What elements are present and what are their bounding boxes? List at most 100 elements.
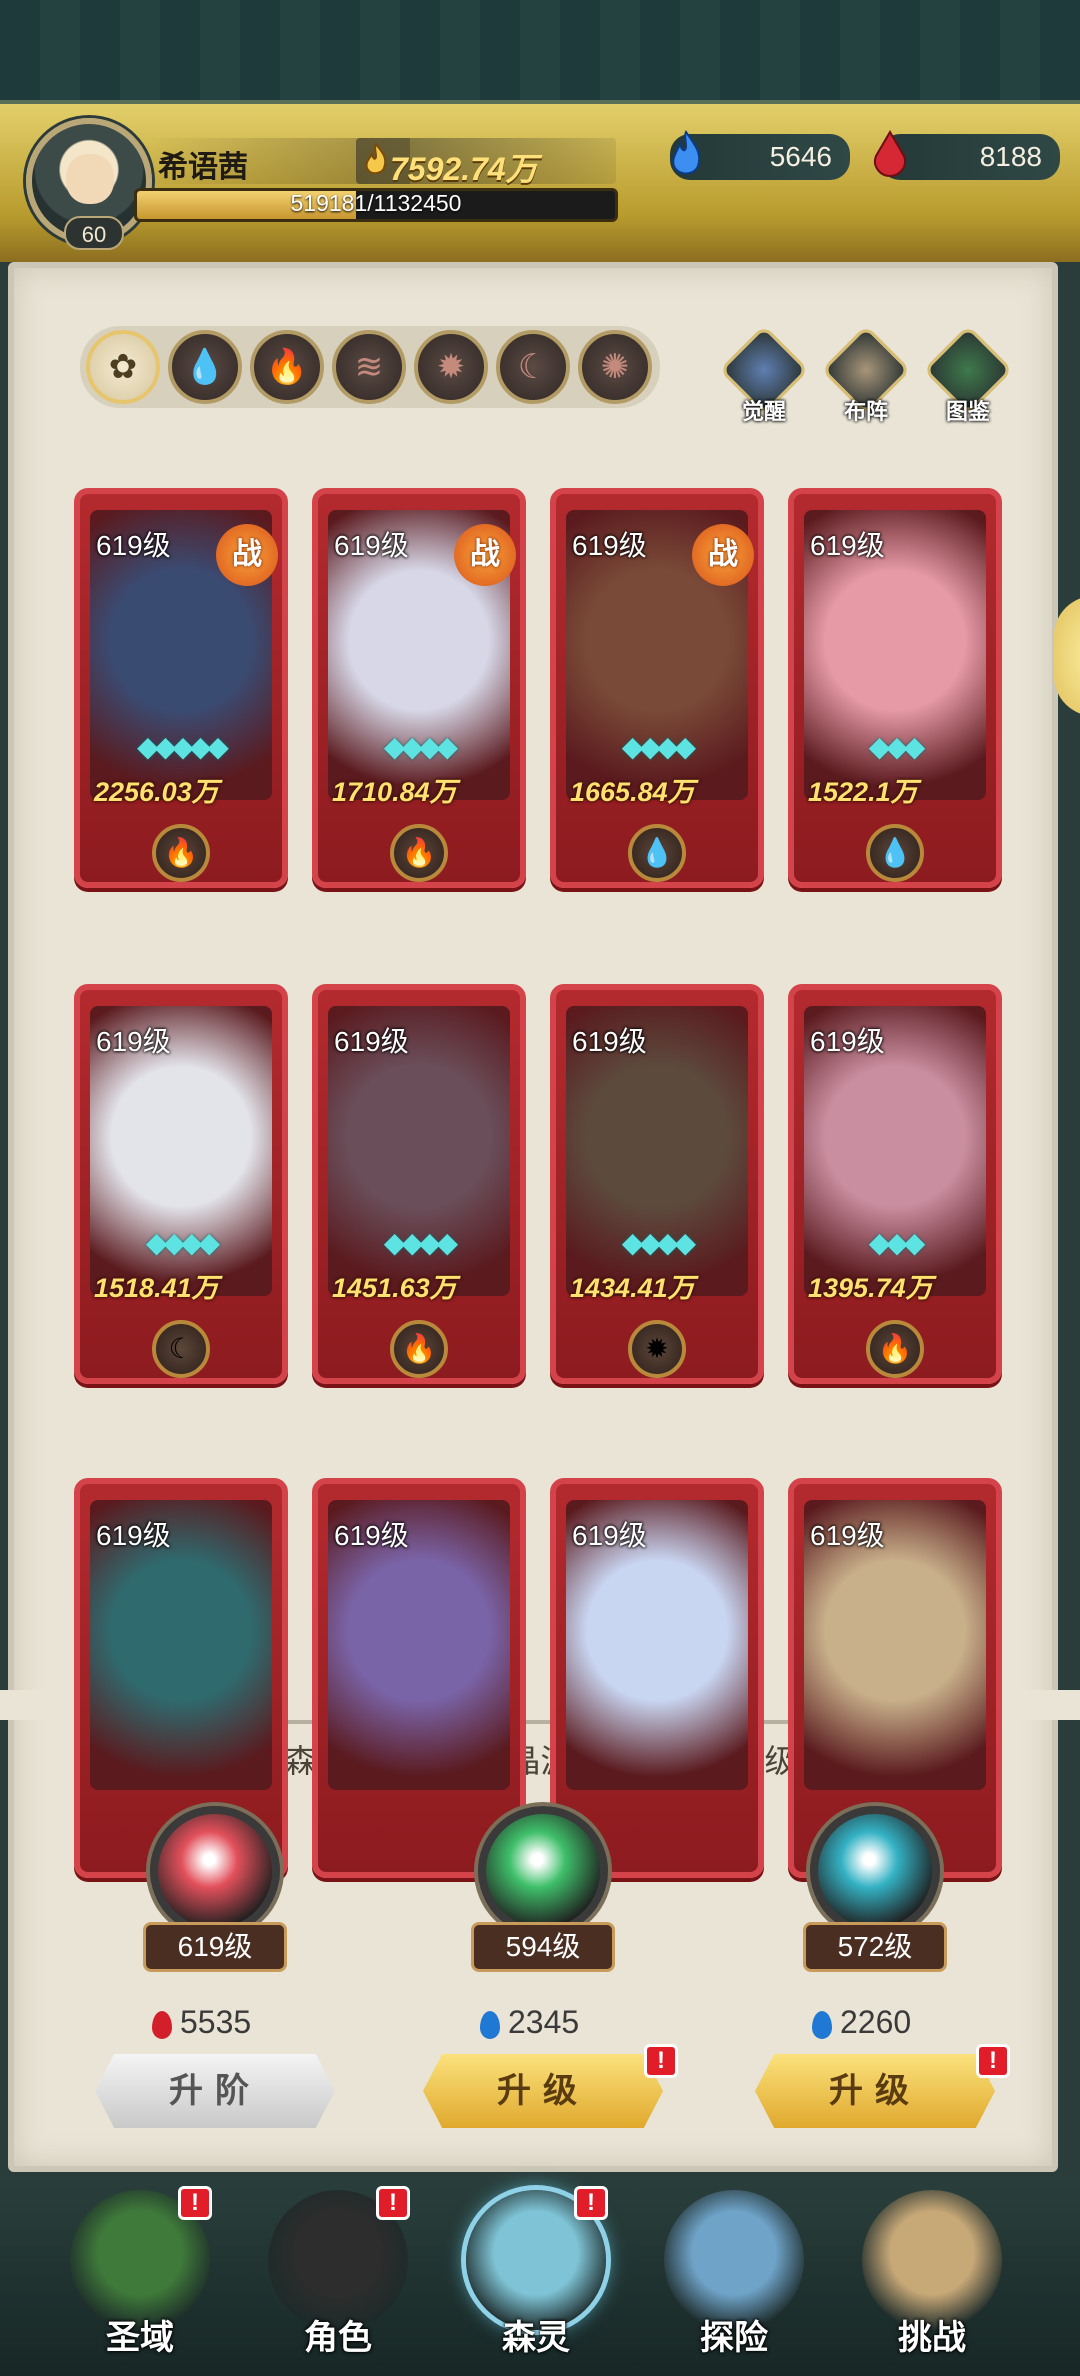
battle-badge: 战 [216, 524, 278, 586]
spirit-card[interactable]: 619级 ◆◆◆◆ 1518.41万 ☾ [74, 984, 288, 1384]
fire-icon: 🔥 [390, 1320, 448, 1378]
spirit-level: 619级 [334, 1520, 409, 1551]
spirit-power: 1522.1万 [808, 777, 918, 807]
alert-badge: ! [644, 2044, 678, 2078]
resonance-crystal-orb[interactable] [810, 1806, 940, 1936]
filter-tab-light[interactable]: ✹ [414, 330, 488, 404]
awaken-button[interactable]: 觉醒 [716, 324, 812, 426]
side-button-label: 布阵 [843, 399, 888, 424]
formation-button[interactable]: 布阵 [818, 324, 914, 426]
spirit-power: 1665.84万 [570, 777, 695, 807]
star-rating: ◆◆◆ [868, 1227, 926, 1258]
spirit-power: 1518.41万 [94, 1273, 219, 1303]
spirit-card[interactable]: 619级 ◆◆◆ 1522.1万 💧 [788, 488, 1002, 888]
battle-badge: 战 [692, 524, 754, 586]
blue-flame-icon [672, 130, 701, 175]
spirit-power: 1451.63万 [332, 1273, 457, 1303]
fire-icon: 🔥 [866, 1320, 924, 1378]
upgrade-button[interactable]: 升级 [755, 2054, 995, 2128]
spirit-level: 619级 [572, 530, 647, 561]
light-icon: ✹ [628, 1320, 686, 1378]
nav-tree[interactable]: 圣域! [50, 2186, 230, 2360]
upgrade-cost: 2345 [480, 2004, 579, 2041]
spirit-card[interactable]: 619级 [550, 1478, 764, 1878]
star-rating: ◆◆◆◆ [145, 1227, 220, 1258]
star-rating: ◆◆◆◆◆ [137, 731, 229, 762]
moon-icon: ☾ [517, 348, 549, 386]
nav-character[interactable]: 角色! [248, 2186, 428, 2360]
resonance-crystal-orb[interactable] [478, 1806, 608, 1936]
water-icon: 💧 [183, 348, 227, 386]
spirit-level: 619级 [334, 1026, 409, 1057]
challenge-icon [862, 2190, 1002, 2330]
nav-label: 森灵 [502, 2319, 570, 2357]
nav-explore[interactable]: 探险 [644, 2190, 824, 2360]
upgrade-cost: 5535 [152, 2004, 251, 2041]
advance-button[interactable]: 升阶 [95, 2054, 335, 2128]
spirit-level: 619级 [572, 1026, 647, 1057]
nav-label: 挑战 [898, 2319, 966, 2357]
water-icon: 💧 [866, 824, 924, 882]
spirit-card[interactable]: 619级 [312, 1478, 526, 1878]
void-icon: ✺ [600, 348, 630, 386]
gold-flame-icon [365, 142, 387, 175]
spirit-card[interactable]: 619级 战 ◆◆◆◆ 1665.84万 💧 [550, 488, 764, 888]
spirit-power: 1434.41万 [570, 1273, 695, 1303]
player-level: 60 [64, 216, 124, 250]
crystal-level: 572级 [803, 1922, 947, 1972]
alert-badge: ! [976, 2044, 1010, 2078]
alert-badge: ! [574, 2186, 608, 2220]
filter-tab-wind[interactable]: ≋ [332, 330, 406, 404]
spirit-level: 619级 [96, 1520, 171, 1551]
top-ornament [0, 0, 1080, 104]
nav-challenge[interactable]: 挑战 [842, 2190, 1022, 2360]
side-button-label: 觉醒 [741, 399, 786, 424]
player-name: 希语茜 [158, 151, 248, 184]
cost-value: 5535 [180, 2004, 252, 2040]
blue-flame-icon [812, 2010, 832, 2039]
spirit-card[interactable]: 619级 战 ◆◆◆◆◆ 2256.03万 🔥 [74, 488, 288, 888]
spirit-card[interactable]: 619级 ◆◆◆◆ 1434.41万 ✹ [550, 984, 764, 1384]
filter-tab-all[interactable]: ✿ [86, 330, 160, 404]
all-icon: ✿ [108, 348, 138, 386]
wind-icon: ≋ [354, 348, 384, 386]
moon-icon: ☾ [152, 1320, 210, 1378]
filter-tab-fire[interactable]: 🔥 [250, 330, 324, 404]
explore-icon [664, 2190, 804, 2330]
spirit-card[interactable]: 619级 ◆◆◆ 1395.74万 🔥 [788, 984, 1002, 1384]
red-drop-icon [152, 2010, 172, 2039]
spirit-power: 1710.84万 [332, 777, 457, 807]
nav-label: 圣域 [106, 2319, 174, 2357]
avatar-face [66, 154, 114, 204]
filter-tab-water[interactable]: 💧 [168, 330, 242, 404]
star-rating: ◆◆◆◆ [621, 731, 696, 762]
upgrade-button[interactable]: 升级 [423, 2054, 663, 2128]
codex-button[interactable]: 图鉴 [920, 324, 1016, 426]
spirit-level: 619级 [810, 1026, 885, 1057]
filter-tab-moon[interactable]: ☾ [496, 330, 570, 404]
battle-badge: 战 [454, 524, 516, 586]
fire-icon: 🔥 [265, 348, 309, 386]
nav-label: 探险 [700, 2319, 768, 2357]
spirit-level: 619级 [572, 1520, 647, 1551]
crystal-level: 619级 [143, 1922, 287, 1972]
nav-spirit[interactable]: 森灵! [446, 2186, 626, 2360]
water-icon: 💧 [628, 824, 686, 882]
fire-icon: 🔥 [390, 824, 448, 882]
spirit-card[interactable]: 619级 战 ◆◆◆◆ 1710.84万 🔥 [312, 488, 526, 888]
spirit-level: 619级 [96, 1026, 171, 1057]
star-rating: ◆◆◆◆ [621, 1227, 696, 1258]
spirit-level: 619级 [334, 530, 409, 561]
xp-text: 519181/1132450 [290, 190, 462, 216]
side-button-label: 图鉴 [945, 399, 990, 424]
cost-value: 2260 [840, 2004, 912, 2040]
spirit-power: 2256.03万 [94, 777, 219, 807]
filter-tab-void[interactable]: ✺ [578, 330, 652, 404]
spirit-level: 619级 [810, 1520, 885, 1551]
spirit-card[interactable]: 619级 ◆◆◆◆ 1451.63万 🔥 [312, 984, 526, 1384]
star-rating: ◆◆◆◆ [383, 1227, 458, 1258]
crystal-level: 594级 [471, 1922, 615, 1972]
red-drop-icon [874, 130, 906, 178]
resonance-crystal-orb[interactable] [150, 1806, 280, 1936]
spirit-power: 1395.74万 [808, 1273, 933, 1303]
